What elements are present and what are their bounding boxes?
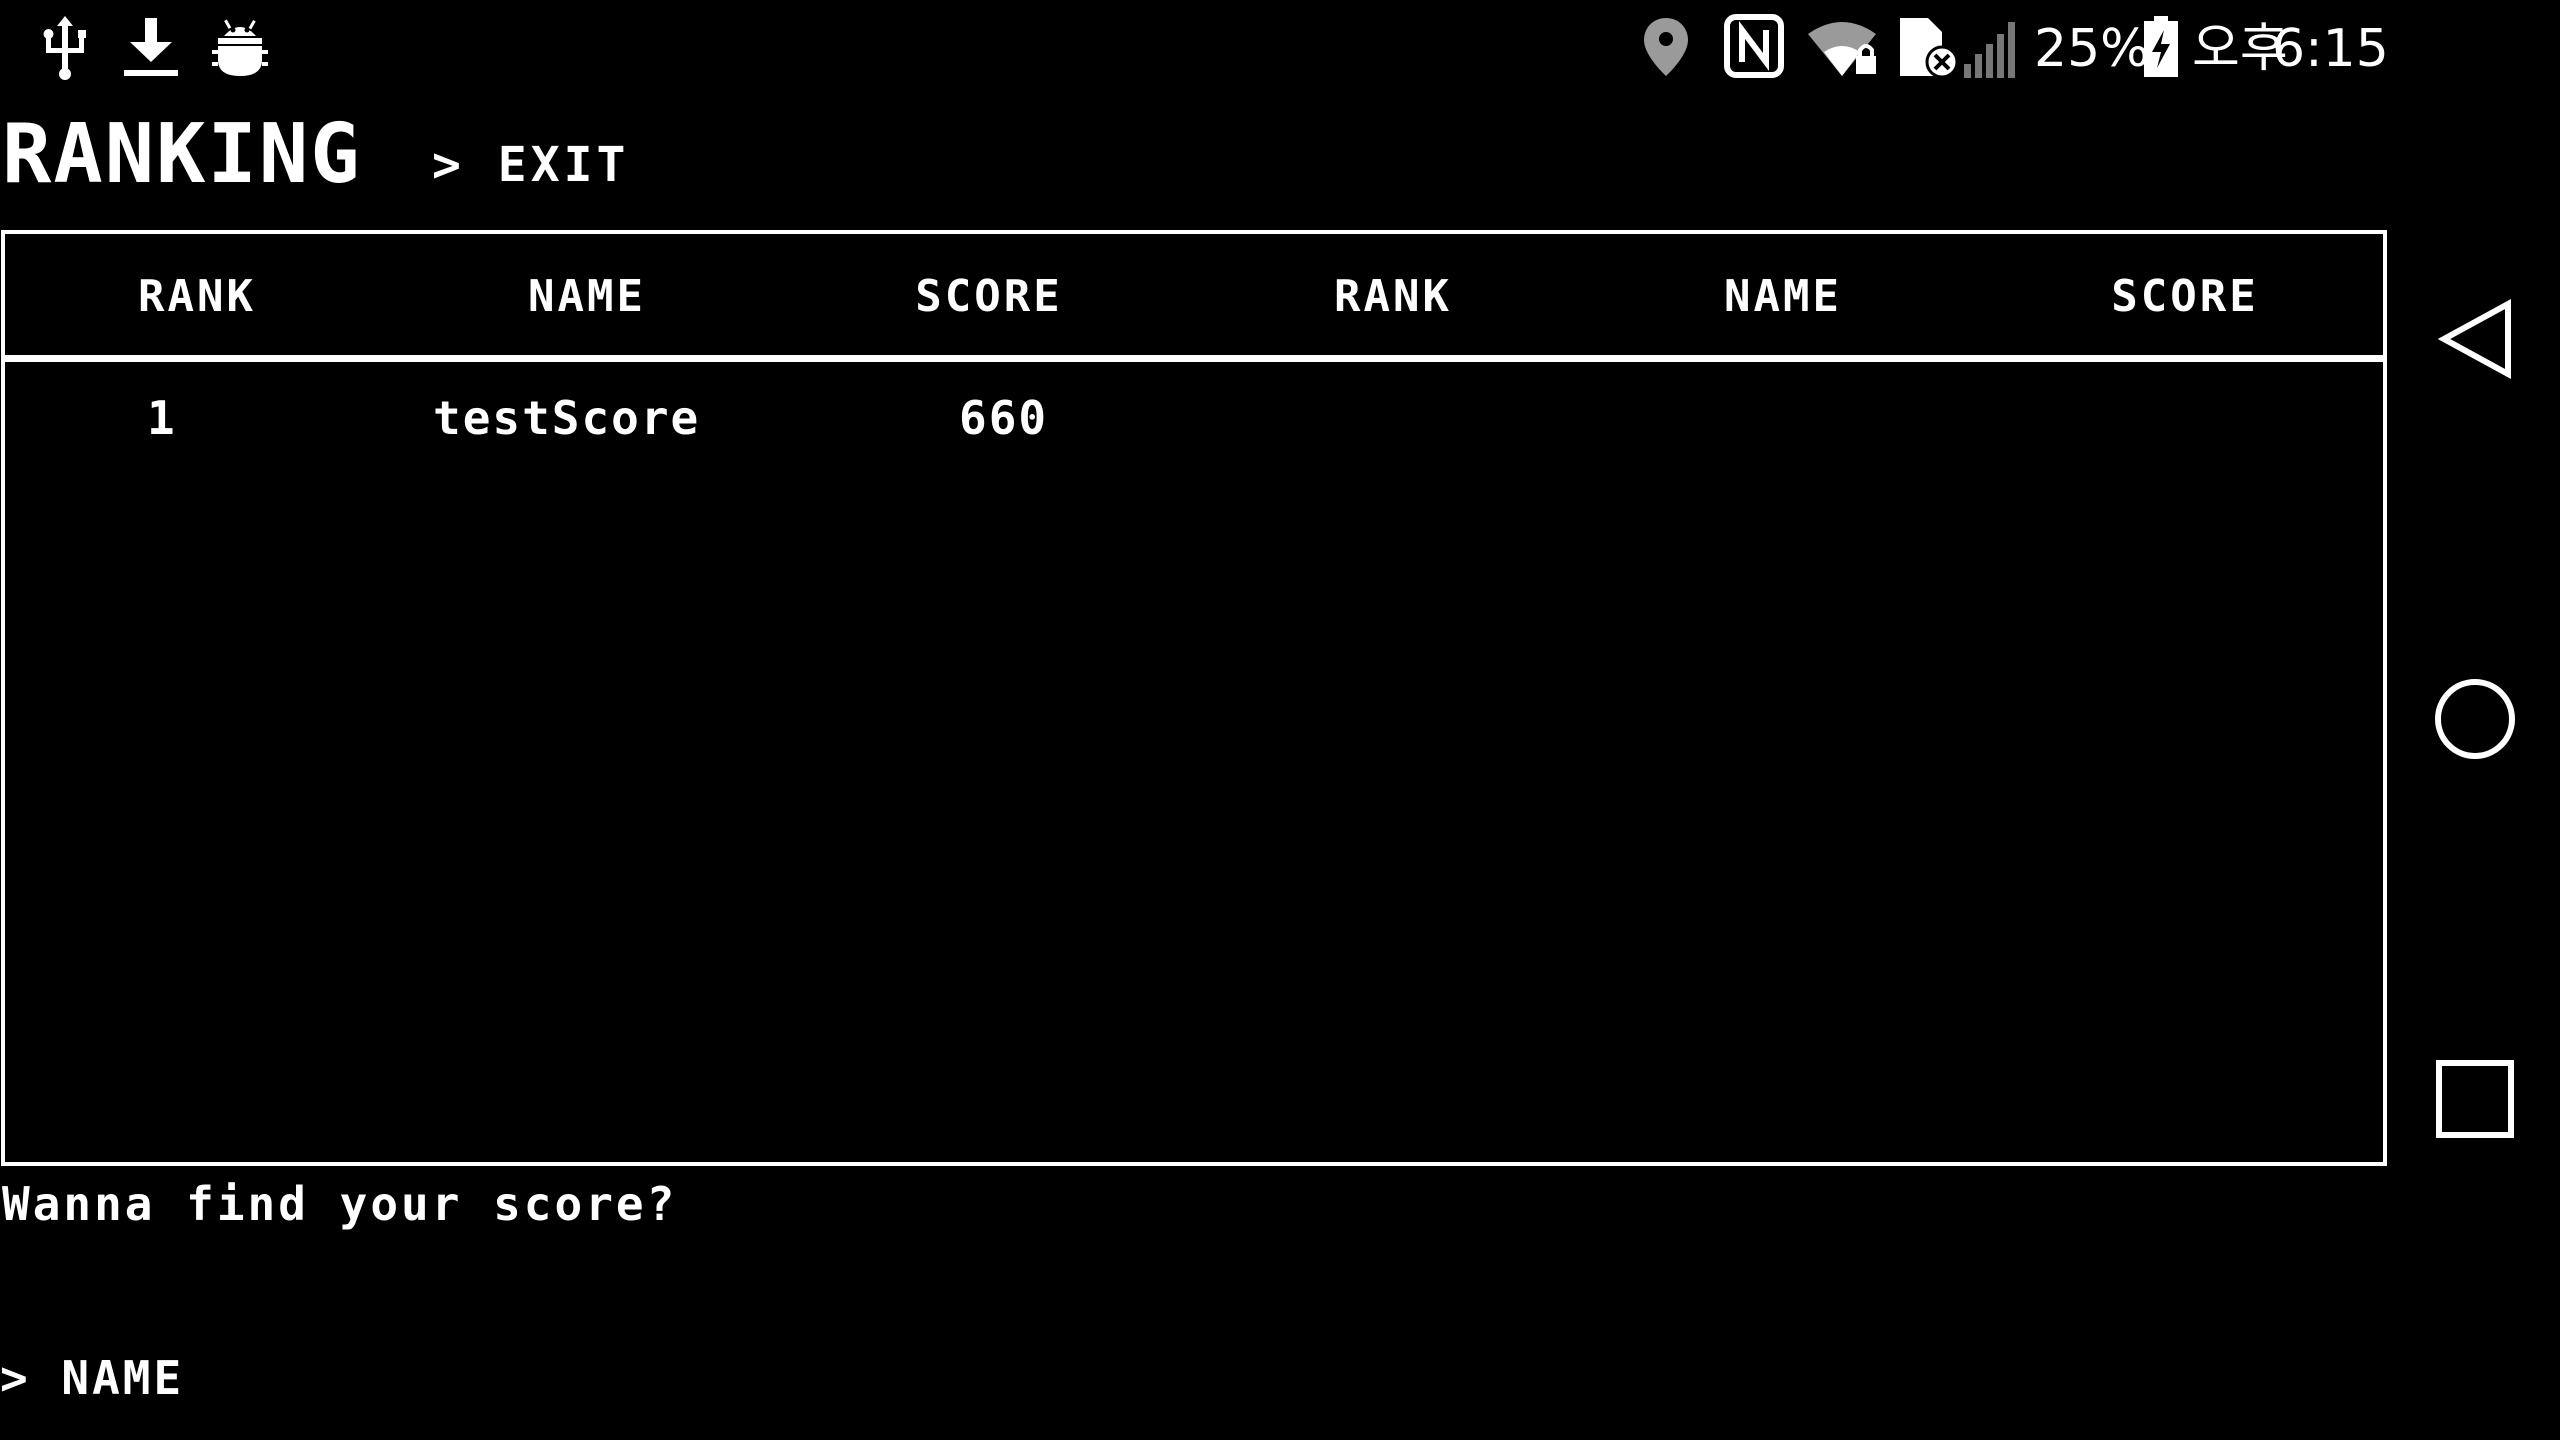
home-icon[interactable] <box>2432 676 2518 762</box>
android-debug-icon <box>212 19 268 76</box>
find-score-prompt: Wanna find your score? <box>2 1177 678 1231</box>
page-title: RANKING <box>2 107 362 202</box>
location-icon <box>1644 18 1688 76</box>
battery-percent: 25% <box>2034 19 2150 79</box>
row-score: 660 <box>959 391 1049 445</box>
wifi-locked-icon <box>1808 22 1876 76</box>
download-icon <box>124 18 178 76</box>
column-header-rank: RANK <box>138 271 256 322</box>
no-sim-icon <box>1900 18 1959 79</box>
signal-icon <box>1964 22 2015 78</box>
column-header-score: SCORE <box>2111 271 2259 322</box>
exit-button[interactable]: > EXIT <box>432 130 629 200</box>
recents-icon[interactable] <box>2434 1058 2516 1140</box>
status-time: 6:15 <box>2272 19 2389 79</box>
ranking-screen: 25% 오후 6:15 RANKING > EXIT RANK NAME SCO… <box>0 0 2560 1440</box>
nfc-icon <box>1724 14 1784 78</box>
row-rank: 1 <box>147 391 177 445</box>
ranking-table-header: RANK NAME SCORE RANK NAME SCORE <box>5 234 2383 362</box>
back-icon[interactable] <box>2434 296 2520 382</box>
column-header-name: NAME <box>1724 271 1842 322</box>
column-header-name: NAME <box>528 271 646 322</box>
ranking-table: RANK NAME SCORE RANK NAME SCORE 1 testSc… <box>1 230 2387 1166</box>
row-name: testScore <box>433 391 701 445</box>
name-search-input[interactable]: > NAME <box>0 1346 900 1410</box>
usb-icon <box>43 16 86 80</box>
battery-charging-icon <box>2144 16 2178 77</box>
column-header-score: SCORE <box>915 271 1063 322</box>
column-header-rank: RANK <box>1334 271 1452 322</box>
